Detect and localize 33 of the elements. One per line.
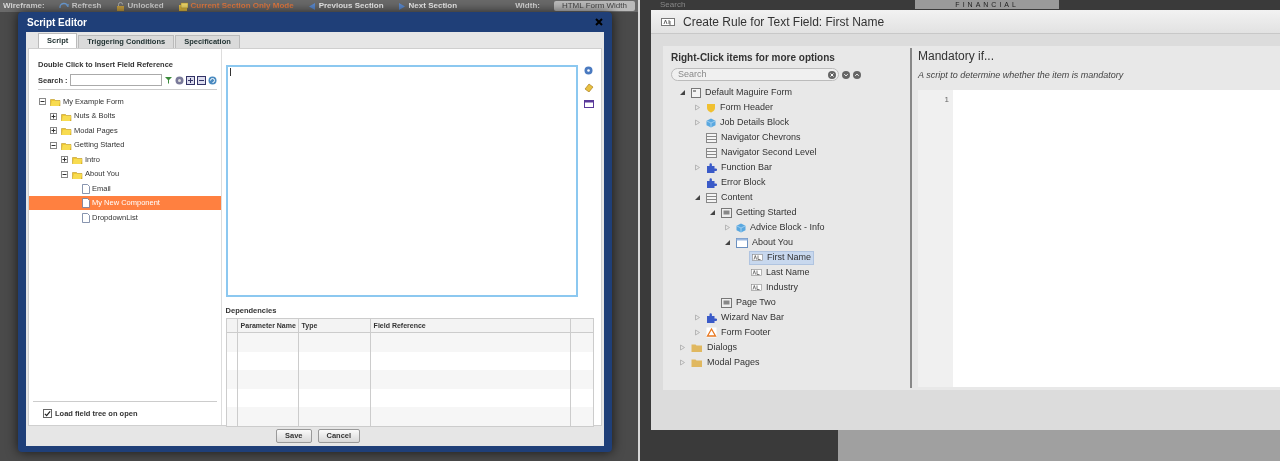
search-field[interactable]: Search — [671, 68, 839, 81]
tree-item[interactable]: Last Name — [749, 265, 812, 280]
dialog-title: Create Rule for Text Field: First Name — [683, 13, 885, 31]
panel-title: Right-Click items for more options — [671, 51, 836, 65]
tree-item[interactable]: Job Details Block — [704, 115, 792, 130]
rule-description: A script to determine whether the item is mandatory — [918, 69, 1125, 82]
toolbar-button[interactable]: Previous Section — [307, 1, 384, 11]
tree-item[interactable]: Function Bar — [704, 160, 775, 175]
tree-item[interactable]: Navigator Second Level — [704, 145, 819, 160]
width-field[interactable]: HTML Form Width — [553, 1, 635, 11]
background-search-text: Search — [660, 0, 686, 9]
line-number: 1 — [944, 93, 949, 104]
script-editor[interactable]: 1 — [918, 89, 1280, 387]
tree-item[interactable]: Form Footer — [704, 325, 773, 340]
tree-item[interactable]: Wizard Nav Bar — [704, 310, 786, 325]
tree-item[interactable]: Dialogs — [689, 340, 739, 355]
tree-item[interactable]: Getting Started — [719, 205, 799, 220]
tree-item[interactable]: Industry — [749, 280, 800, 295]
tree-item[interactable]: Error Block — [704, 175, 768, 190]
tree-item[interactable]: Modal Pages — [689, 355, 762, 370]
tree-item[interactable]: Navigator Chevrons — [704, 130, 803, 145]
toolbar-label: Wireframe: — [3, 2, 45, 10]
rule-title: Mandatory if... — [918, 48, 996, 65]
tree-item[interactable]: Page Two — [719, 295, 778, 310]
tree-item[interactable]: About You — [734, 235, 796, 250]
tree-item[interactable]: Default Maguire Form — [689, 85, 795, 100]
dialog-title: Script Editor — [27, 15, 87, 30]
toolbar-label: Width: — [515, 2, 540, 10]
tree-item[interactable]: Content — [704, 190, 755, 205]
tree-item[interactable]: Advice Block - Info — [734, 220, 827, 235]
tree-item[interactable]: First Name — [749, 250, 814, 265]
toolbar-button[interactable]: Next Section — [397, 1, 458, 11]
tree-item[interactable]: Form Header — [704, 100, 775, 115]
